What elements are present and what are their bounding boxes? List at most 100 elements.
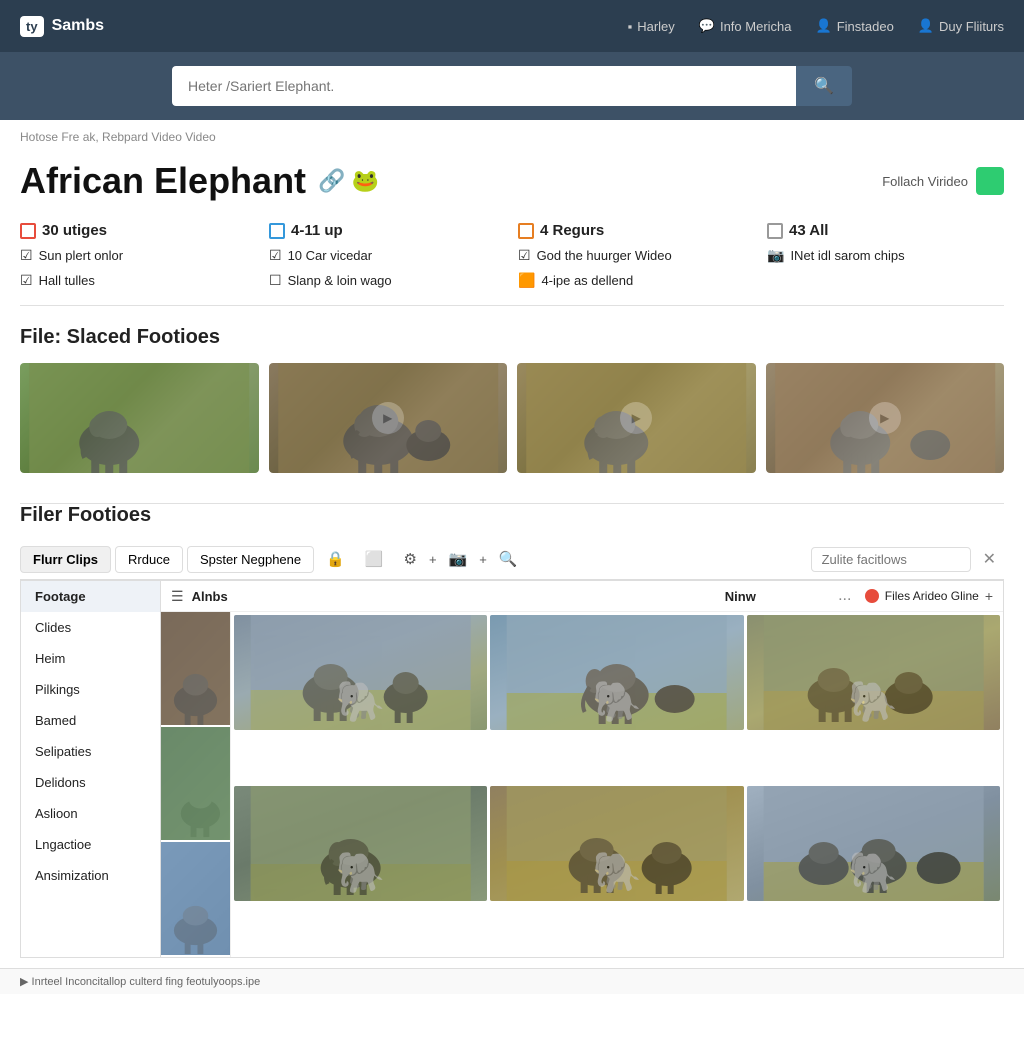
nav-harley[interactable]: ▪ Harley bbox=[628, 19, 675, 34]
search-bar-area: 🔍 bbox=[0, 52, 1024, 120]
filter-check-2-1[interactable]: 🟧 4-ipe as dellend bbox=[518, 272, 755, 289]
filter-label-1: 4-11 up bbox=[291, 222, 343, 239]
filter-badge-0[interactable]: 30 utiges bbox=[20, 222, 257, 239]
sidebar-item-delidons[interactable]: Delidons bbox=[21, 767, 160, 798]
filter-check-label-0-1: Hall tulles bbox=[39, 273, 95, 288]
sidebar-item-selipaties[interactable]: Selipaties bbox=[21, 736, 160, 767]
left-thumb-1[interactable] bbox=[161, 612, 230, 727]
nav-items: ▪ Harley 💬 Info Mericha 👤 Finstadeo 👤 Du… bbox=[628, 18, 1004, 34]
magnify-icon[interactable]: 🔍 bbox=[491, 545, 526, 573]
follow-indicator bbox=[976, 167, 1004, 195]
image-grid bbox=[231, 612, 1003, 957]
filter-check-0-1[interactable]: ☑ Hall tulles bbox=[20, 272, 257, 289]
left-thumb-3[interactable] bbox=[161, 842, 230, 957]
toolbar-search-input[interactable] bbox=[811, 547, 971, 572]
sidebar-item-clides[interactable]: Clides bbox=[21, 612, 160, 643]
tab-flurr-clips[interactable]: Flurr Clips bbox=[20, 546, 111, 573]
filter-check-label-2-1: 4-ipe as dellend bbox=[541, 273, 633, 288]
sidebar-item-ansimization[interactable]: Ansimization bbox=[21, 860, 160, 891]
filter-check-2-0[interactable]: ☑ God the huurger Wideo bbox=[518, 247, 755, 264]
lock-icon[interactable]: 🔒 bbox=[318, 545, 353, 573]
frog-icon[interactable]: 🐸 bbox=[351, 168, 378, 194]
sidebar-item-footage[interactable]: Footage bbox=[21, 581, 160, 612]
video-thumb-1[interactable] bbox=[20, 363, 259, 473]
filter-badge-2[interactable]: 4 Regurs bbox=[518, 222, 755, 239]
list-icon[interactable]: ☰ bbox=[171, 588, 184, 605]
page-title: African Elephant bbox=[20, 160, 306, 202]
grid-col-dots[interactable]: ... bbox=[833, 587, 857, 605]
camera-icon[interactable]: 📷 bbox=[441, 545, 476, 573]
sidebar-item-heim[interactable]: Heim bbox=[21, 643, 160, 674]
plus-icon-1[interactable]: + bbox=[429, 552, 437, 567]
check-icon-0: ☑ bbox=[20, 247, 33, 264]
filter-check-label-3-0: INet idl sarom chips bbox=[790, 248, 904, 263]
filter-check-label-1-0: 10 Car vicedar bbox=[288, 248, 373, 263]
title-icons: 🔗 🐸 bbox=[318, 168, 379, 194]
toolbar: Flurr Clips Rrduce Spster Negphene 🔒 ⬜ ⚙… bbox=[20, 539, 1004, 580]
file-section-title: File: Slaced Footioes bbox=[20, 326, 1004, 349]
filter-check-1-1[interactable]: ☐ Slanp & loin wago bbox=[269, 272, 506, 289]
filter-check-label-2-0: God the huurger Wideo bbox=[537, 248, 672, 263]
files-dot bbox=[865, 589, 879, 603]
gear-icon[interactable]: ⚙ bbox=[396, 545, 425, 573]
grid-area: ☰ Alnbs Ninw ... Files Arideo Gline + bbox=[161, 581, 1003, 957]
nav-duy-fliiturs[interactable]: 👤 Duy Fliiturs bbox=[918, 18, 1004, 34]
tab-spster-negphene[interactable]: Spster Negphene bbox=[187, 546, 314, 573]
img-cell-4[interactable] bbox=[234, 786, 487, 901]
follow-btn-area[interactable]: Follach Virideo bbox=[882, 167, 1004, 195]
sidebar-item-aslioon[interactable]: Aslioon bbox=[21, 798, 160, 829]
logo-area: ty Sambs bbox=[20, 16, 104, 37]
img-cell-2[interactable] bbox=[490, 615, 743, 730]
filter-badge-3[interactable]: 43 All bbox=[767, 222, 1004, 239]
filter-label-2: 4 Regurs bbox=[540, 222, 604, 239]
img-cell-3[interactable] bbox=[747, 615, 1000, 730]
link-icon[interactable]: 🔗 bbox=[318, 168, 345, 194]
badge-box-orange bbox=[518, 223, 534, 239]
check-icon-6: 📷 bbox=[767, 247, 784, 264]
filter-check-0-0[interactable]: ☑ Sun plert onlor bbox=[20, 247, 257, 264]
search-input[interactable] bbox=[172, 66, 796, 106]
filter-col-1: 4-11 up ☑ 10 Car vicedar ☐ Slanp & loin … bbox=[269, 222, 506, 289]
files-plus-icon[interactable]: + bbox=[985, 588, 993, 604]
badge-box-red bbox=[20, 223, 36, 239]
filter-check-label-1-1: Slanp & loin wago bbox=[288, 273, 392, 288]
sidebar: Footage Clides Heim Pilkings Bamed Selip… bbox=[21, 581, 161, 957]
check-icon-5: 🟧 bbox=[518, 272, 535, 289]
grid-col-alnbs: Alnbs bbox=[192, 589, 717, 604]
nav-finstadeo[interactable]: 👤 Finstadeo bbox=[816, 18, 894, 34]
logo-icon: ty bbox=[20, 16, 44, 37]
sidebar-item-lngactioe[interactable]: Lngactioe bbox=[21, 829, 160, 860]
img-cell-6[interactable] bbox=[747, 786, 1000, 901]
img-cell-5[interactable] bbox=[490, 786, 743, 901]
filer-title: Filer Footioes bbox=[20, 504, 1004, 527]
filter-check-1-0[interactable]: ☑ 10 Car vicedar bbox=[269, 247, 506, 264]
files-label: Files Arideo Gline bbox=[885, 589, 979, 603]
video-thumb-4[interactable]: ▶ bbox=[766, 363, 1005, 473]
check-icon-3: ☐ bbox=[269, 272, 282, 289]
grid-header: ☰ Alnbs Ninw ... Files Arideo Gline + bbox=[161, 581, 1003, 612]
search-button[interactable]: 🔍 bbox=[796, 66, 852, 106]
check-icon-1: ☑ bbox=[20, 272, 33, 289]
nav-info-mericha[interactable]: 💬 Info Mericha bbox=[699, 18, 792, 34]
main-content: Hotose Fre ak, Rebpard Video Video Afric… bbox=[0, 120, 1024, 1042]
check-icon-2: ☑ bbox=[269, 247, 282, 264]
filter-label-0: 30 utiges bbox=[42, 222, 107, 239]
left-thumb-2[interactable] bbox=[161, 727, 230, 842]
square-icon[interactable]: ⬜ bbox=[357, 545, 392, 573]
close-icon[interactable]: ✕ bbox=[975, 545, 1004, 573]
tab-rrduce[interactable]: Rrduce bbox=[115, 546, 183, 573]
filter-col-0: 30 utiges ☑ Sun plert onlor ☑ Hall tulle… bbox=[20, 222, 257, 289]
grid-col-ninw: Ninw bbox=[725, 589, 825, 604]
filter-label-3: 43 All bbox=[789, 222, 828, 239]
plus-icon-2[interactable]: + bbox=[479, 552, 487, 567]
sidebar-item-pilkings[interactable]: Pilkings bbox=[21, 674, 160, 705]
video-thumb-3[interactable]: ▶ bbox=[517, 363, 756, 473]
filter-check-3-0[interactable]: 📷 INet idl sarom chips bbox=[767, 247, 1004, 264]
filter-col-3: 43 All 📷 INet idl sarom chips bbox=[767, 222, 1004, 289]
sidebar-item-bamed[interactable]: Bamed bbox=[21, 705, 160, 736]
filter-badge-1[interactable]: 4-11 up bbox=[269, 222, 506, 239]
img-cell-1[interactable] bbox=[234, 615, 487, 730]
left-thumbs bbox=[161, 612, 231, 957]
search-container: 🔍 bbox=[172, 66, 852, 106]
video-thumb-2[interactable]: ▶ bbox=[269, 363, 508, 473]
